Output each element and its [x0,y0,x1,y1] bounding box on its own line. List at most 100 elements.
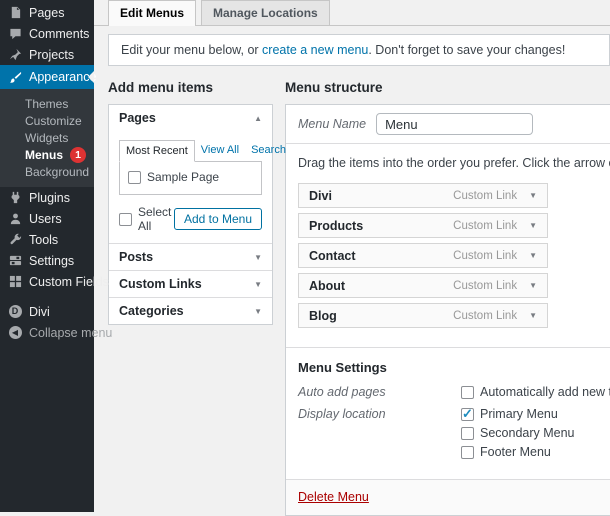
chevron-down-icon[interactable]: ▼ [529,251,537,260]
menu-item-type: Custom Link [453,250,517,262]
menu-item-type: Custom Link [453,280,517,292]
submenu-item-menus[interactable]: Menus 1 [0,146,94,163]
posts-panel-header[interactable]: Posts ▼ [109,243,272,270]
sidebar-item-collapse-menu[interactable]: ◀ Collapse menu [0,322,94,343]
chevron-down-icon[interactable]: ▼ [254,307,262,316]
menu-name-row: Menu Name [286,105,610,144]
create-new-menu-link[interactable]: create a new menu [262,43,368,57]
auto-add-pages-row: Auto add pages Automatically add new top… [298,385,610,399]
paintbrush-icon [8,70,22,84]
tab-search[interactable]: Search [245,140,292,162]
menu-item-divi[interactable]: Divi Custom Link ▼ [298,183,548,208]
posts-panel-title: Posts [119,250,153,264]
settings-icon [8,254,22,268]
nav-tab-bar: Edit Menus Manage Locations [94,0,610,26]
sidebar-item-plugins[interactable]: Plugins [0,187,94,208]
edit-menu-notice: Edit your menu below, or create a new me… [108,34,610,66]
appearance-submenu: Themes Customize Widgets Menus 1 Backgro… [0,89,94,187]
menu-name-input[interactable] [376,113,533,135]
sidebar-item-tools[interactable]: Tools [0,229,94,250]
menu-item-label: Contact [309,249,356,263]
submenu-item-customize[interactable]: Customize [0,112,94,129]
user-icon [8,212,22,226]
menu-item-label: Blog [309,309,337,323]
chevron-down-icon[interactable]: ▼ [529,191,537,200]
chevron-down-icon[interactable]: ▼ [254,253,262,262]
menu-item-about[interactable]: About Custom Link ▼ [298,273,548,298]
submenu-item-themes[interactable]: Themes [0,95,94,112]
menu-item-label: About [309,279,345,293]
tab-most-recent[interactable]: Most Recent [119,140,195,162]
chevron-down-icon[interactable]: ▼ [529,221,537,230]
sidebar-item-settings[interactable]: Settings [0,250,94,271]
pages-list-panel: Sample Page [119,161,262,195]
add-menu-items-title: Add menu items [108,80,273,95]
menu-item-products[interactable]: Products Custom Link ▼ [298,213,548,238]
location-label: Footer Menu [480,445,551,459]
menu-items-accordion: Pages ▲ Most Recent View All Search Samp… [108,104,273,325]
sidebar-item-label: Projects [29,48,74,62]
menu-item-contact[interactable]: Contact Custom Link ▼ [298,243,548,268]
menu-item-label: Products [309,219,363,233]
chevron-up-icon[interactable]: ▲ [254,114,262,123]
pages-panel-header[interactable]: Pages ▲ [109,105,272,131]
sidebar-item-comments[interactable]: Comments [0,23,94,44]
sidebar-item-label: Tools [29,233,58,247]
sidebar-item-users[interactable]: Users [0,208,94,229]
tab-view-all[interactable]: View All [195,140,245,162]
auto-add-checkbox[interactable] [461,386,474,399]
custom-fields-icon [8,275,22,289]
collapse-arrow-icon: ◀ [8,326,22,340]
menu-settings-section: Menu Settings Auto add pages Automatical… [286,347,610,479]
sidebar-item-pages[interactable]: Pages [0,2,94,23]
step-badge: 1 [70,147,86,163]
chevron-down-icon[interactable]: ▼ [254,280,262,289]
categories-panel-header[interactable]: Categories ▼ [109,297,272,324]
pages-panel-body: Most Recent View All Search Sample Page [109,139,272,243]
wrench-icon [8,233,22,247]
tab-manage-locations[interactable]: Manage Locations [201,0,330,25]
divi-monogram: D [9,305,22,318]
location-option-secondary: Secondary Menu [461,426,575,440]
chevron-down-icon[interactable]: ▼ [529,281,537,290]
sidebar-item-label: Divi [29,305,50,319]
sidebar-item-label: Pages [29,6,64,20]
main-content: Edit Menus Manage Locations Edit your me… [94,0,610,512]
sidebar-item-label: Comments [29,27,89,41]
page-list-item: Sample Page [128,170,253,184]
delete-menu-link[interactable]: Delete Menu [298,490,369,504]
menu-actions-footer: Delete Menu [286,479,610,515]
menu-item-type: Custom Link [453,310,517,322]
primary-menu-checkbox[interactable] [461,408,474,421]
tab-edit-menus[interactable]: Edit Menus [108,0,196,26]
sidebar-item-label: Collapse menu [29,326,112,340]
menu-item-label: Divi [309,189,332,203]
menu-item-blog[interactable]: Blog Custom Link ▼ [298,303,548,328]
submenu-item-background[interactable]: Background [0,163,94,180]
submenu-item-label: Background [25,165,89,179]
chevron-down-icon[interactable]: ▼ [529,311,537,320]
sidebar-item-projects[interactable]: Projects [0,44,94,65]
menu-structure-column: Menu structure Menu Name Drag the items … [285,80,610,516]
sidebar-item-divi[interactable]: D Divi [0,301,94,322]
sidebar-item-label: Settings [29,254,74,268]
submenu-item-widgets[interactable]: Widgets [0,129,94,146]
menu-edit-box: Menu Name Drag the items into the order … [285,104,610,516]
pages-inner-tabs: Most Recent View All Search [119,140,262,162]
sidebar-item-custom-fields[interactable]: Custom Fields [0,271,94,292]
submenu-item-label: Themes [25,97,68,111]
menu-structure-title: Menu structure [285,80,610,95]
footer-menu-checkbox[interactable] [461,446,474,459]
sidebar-item-label: Plugins [29,191,70,205]
select-all-checkbox[interactable] [119,213,132,226]
categories-panel-title: Categories [119,304,184,318]
sample-page-checkbox[interactable] [128,171,141,184]
custom-links-panel-header[interactable]: Custom Links ▼ [109,270,272,297]
notice-text: . Don't forget to save your changes! [368,43,565,57]
submenu-item-label: Customize [25,114,82,128]
add-to-menu-button[interactable]: Add to Menu [174,208,262,230]
secondary-menu-checkbox[interactable] [461,427,474,440]
location-label: Primary Menu [480,407,558,421]
location-option-primary: Primary Menu [461,407,575,421]
sidebar-item-appearance[interactable]: Appearance [0,65,94,89]
